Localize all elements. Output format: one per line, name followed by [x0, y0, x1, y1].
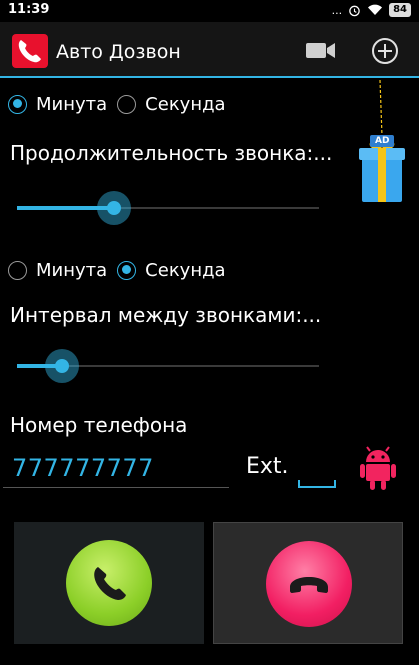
interval-unit-group: Минута Секунда	[8, 257, 236, 283]
battery-icon: 84	[389, 3, 411, 17]
end-call-panel	[213, 522, 403, 644]
phone-input[interactable]: 777777777	[3, 450, 229, 488]
interval-second-label[interactable]: Секунда	[145, 260, 225, 281]
content: Минута Секунда Продолжительность звонка:…	[0, 79, 419, 665]
phone-label: Номер телефона	[10, 413, 188, 437]
add-circle-icon	[372, 38, 398, 64]
ext-label: Ext.	[246, 454, 289, 479]
interval-second-radio[interactable]	[117, 260, 137, 280]
duration-slider[interactable]	[17, 190, 319, 226]
hang-up-icon	[290, 577, 328, 593]
add-button[interactable]	[370, 36, 400, 66]
phone-icon	[94, 567, 126, 600]
duration-slider-thumb[interactable]	[97, 191, 131, 225]
app-bar: Авто Дозвон	[0, 22, 419, 78]
status-bar: 11:39 ... 84	[0, 0, 419, 22]
wifi-icon	[368, 4, 383, 16]
duration-second-radio[interactable]	[117, 94, 137, 114]
ad-gift-button[interactable]: AD	[356, 79, 408, 205]
interval-heading: Интервал между звонками:...	[10, 303, 322, 327]
ad-badge: AD	[375, 136, 390, 146]
end-call-button[interactable]	[266, 541, 352, 627]
phone-logo-icon	[12, 34, 48, 68]
duration-minute-label[interactable]: Минута	[36, 94, 107, 115]
more-notifications-text: ...	[331, 3, 343, 17]
status-icons: ... 84	[332, 3, 411, 17]
video-camera-icon	[306, 43, 335, 58]
start-call-panel	[14, 522, 204, 644]
interval-minute-label[interactable]: Минута	[36, 260, 107, 281]
interval-minute-radio[interactable]	[8, 260, 27, 280]
android-icon[interactable]	[357, 444, 399, 492]
duration-heading: Продолжительность звонка:...	[10, 141, 333, 165]
duration-second-label[interactable]: Секунда	[145, 94, 225, 115]
phone-value[interactable]: 777777777	[12, 454, 154, 482]
interval-slider-thumb[interactable]	[45, 349, 79, 383]
start-call-button[interactable]	[66, 540, 152, 626]
video-camera-button[interactable]	[304, 37, 338, 63]
duration-minute-radio[interactable]	[8, 94, 27, 114]
duration-unit-group: Минута Секунда	[8, 91, 236, 117]
app-title: Авто Дозвон	[56, 41, 181, 63]
interval-slider[interactable]	[17, 348, 319, 384]
status-time: 11:39	[8, 2, 50, 17]
ext-input[interactable]	[298, 458, 336, 488]
alarm-icon	[349, 5, 360, 16]
